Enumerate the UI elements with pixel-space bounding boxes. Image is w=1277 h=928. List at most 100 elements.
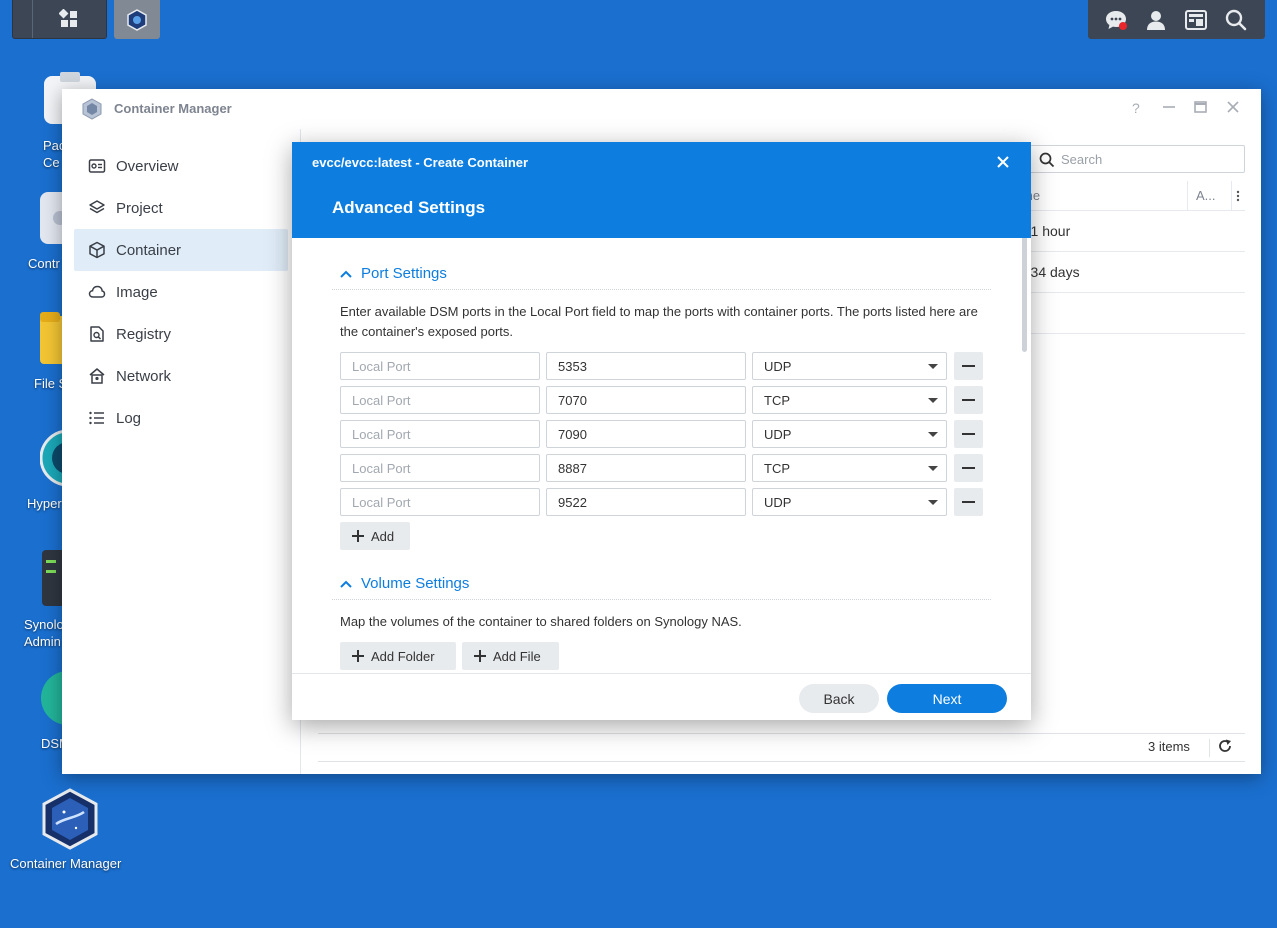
sidebar-item-label: Registry (116, 325, 172, 343)
local-port-input[interactable]: Local Port (340, 352, 540, 380)
create-container-dialog: evcc/evcc:latest - Create Container Adva… (292, 142, 1031, 720)
caret-down-icon (928, 398, 938, 403)
dialog-title: evcc/evcc:latest - Create Container (312, 155, 529, 170)
add-port-button[interactable]: Add (340, 522, 410, 550)
add-file-label: Add File (493, 648, 541, 664)
port-settings-description: Enter available DSM ports in the Local P… (340, 304, 978, 339)
add-port-label: Add (371, 528, 395, 544)
footer-separator (1209, 739, 1210, 757)
protocol-select[interactable]: TCP (752, 454, 947, 482)
grid-icon[interactable] (59, 9, 79, 29)
taskbar-right (1088, 0, 1265, 39)
help-icon[interactable]: ? (1132, 100, 1140, 116)
sidebar-item-label: Project (116, 199, 163, 217)
sidebar-item-registry[interactable]: Registry (74, 313, 288, 355)
container-port-field[interactable]: 5353 (546, 352, 746, 380)
chevron-up-icon (340, 270, 352, 278)
desktop-label-control-panel: Contr (28, 256, 60, 271)
refresh-icon[interactable] (1217, 738, 1233, 754)
close-icon[interactable] (996, 155, 1010, 169)
remove-port-button[interactable] (954, 454, 983, 482)
widgets-icon[interactable] (1184, 8, 1208, 32)
taskbar-separator (32, 0, 33, 38)
chevron-up-icon (340, 580, 352, 588)
sidebar-item-network[interactable]: Network (74, 355, 288, 397)
dialog-heading: Advanced Settings (332, 198, 486, 217)
sidebar-item-log[interactable]: Log (74, 397, 288, 439)
caret-down-icon (928, 466, 938, 471)
sidebar-item-label: Overview (116, 157, 179, 175)
protocol-select[interactable]: UDP (752, 488, 947, 516)
sidebar: Overview Project Container Image Registr… (62, 129, 301, 774)
volume-settings-title: Volume Settings (361, 575, 470, 592)
container-port-field[interactable]: 9522 (546, 488, 746, 516)
remove-port-button[interactable] (954, 420, 983, 448)
sidebar-item-label: Log (116, 409, 142, 427)
local-port-input[interactable]: Local Port (340, 386, 540, 414)
container-icon (89, 241, 105, 259)
add-folder-button[interactable]: Add Folder (340, 642, 456, 670)
user-icon[interactable] (1144, 8, 1168, 32)
taskbar-left (12, 0, 107, 39)
window-titlebar: Container Manager ? (62, 89, 1261, 129)
overview-icon (88, 159, 106, 173)
taskbar-container-manager[interactable] (114, 0, 160, 39)
container-port-field[interactable]: 8887 (546, 454, 746, 482)
container-manager-icon (127, 9, 147, 31)
volume-settings-toggle[interactable]: Volume Settings (340, 575, 469, 592)
sidebar-item-label: Image (116, 283, 158, 301)
dialog-body: Port Settings Enter available DSM ports … (292, 238, 1031, 673)
search-box (1028, 145, 1245, 173)
chat-notification-icon[interactable] (1104, 8, 1128, 32)
add-file-button[interactable]: Add File (462, 642, 559, 670)
port-settings-title: Port Settings (361, 265, 447, 282)
protocol-value: UDP (764, 426, 792, 442)
dialog-scrollbar[interactable] (1022, 238, 1027, 352)
synology-admin-icon[interactable] (42, 550, 62, 606)
local-port-input[interactable]: Local Port (340, 454, 540, 482)
local-port-input[interactable]: Local Port (340, 488, 540, 516)
container-port-field[interactable]: 7070 (546, 386, 746, 414)
network-icon (89, 368, 105, 384)
protocol-select[interactable]: UDP (752, 420, 947, 448)
remove-port-button[interactable] (954, 488, 983, 516)
column-header-name[interactable]: me (1014, 181, 1188, 210)
next-button[interactable]: Next (887, 684, 1007, 713)
minimize-icon[interactable] (1162, 99, 1176, 113)
protocol-value: UDP (764, 358, 792, 374)
column-options-icon[interactable] (1231, 181, 1245, 210)
local-port-input[interactable]: Local Port (340, 420, 540, 448)
sidebar-item-container[interactable]: Container (74, 229, 288, 271)
protocol-select[interactable]: UDP (752, 352, 947, 380)
search-icon[interactable] (1224, 8, 1248, 32)
caret-down-icon (928, 364, 938, 369)
hyper-backup-icon[interactable] (40, 430, 64, 486)
registry-icon (90, 326, 104, 342)
protocol-value: TCP (764, 460, 790, 476)
window-title: Container Manager (114, 101, 232, 116)
close-icon[interactable] (1227, 101, 1239, 113)
sidebar-item-image[interactable]: Image (74, 271, 288, 313)
dsm-icon[interactable] (40, 670, 62, 726)
protocol-select[interactable]: TCP (752, 386, 947, 414)
port-settings-toggle[interactable]: Port Settings (340, 265, 447, 282)
dialog-header: evcc/evcc:latest - Create Container Adva… (292, 142, 1031, 238)
container-port-field[interactable]: 7090 (546, 420, 746, 448)
protocol-value: TCP (764, 392, 790, 408)
remove-port-button[interactable] (954, 352, 983, 380)
sidebar-item-overview[interactable]: Overview (74, 145, 288, 187)
plus-icon (474, 650, 486, 662)
search-input[interactable] (1061, 150, 1236, 168)
sidebar-item-project[interactable]: Project (74, 187, 288, 229)
search-icon (1039, 152, 1055, 168)
volume-settings-description: Map the volumes of the container to shar… (340, 614, 742, 629)
project-icon (89, 200, 105, 214)
container-manager-desktop-icon[interactable] (42, 788, 98, 850)
plus-icon (352, 650, 364, 662)
remove-port-button[interactable] (954, 386, 983, 414)
maximize-icon[interactable] (1194, 101, 1207, 113)
desktop-label-synology-admin: Synolo Admin (24, 617, 64, 649)
back-button[interactable]: Back (799, 684, 879, 713)
add-folder-label: Add Folder (371, 648, 435, 664)
column-header-a[interactable]: A... (1188, 181, 1232, 210)
